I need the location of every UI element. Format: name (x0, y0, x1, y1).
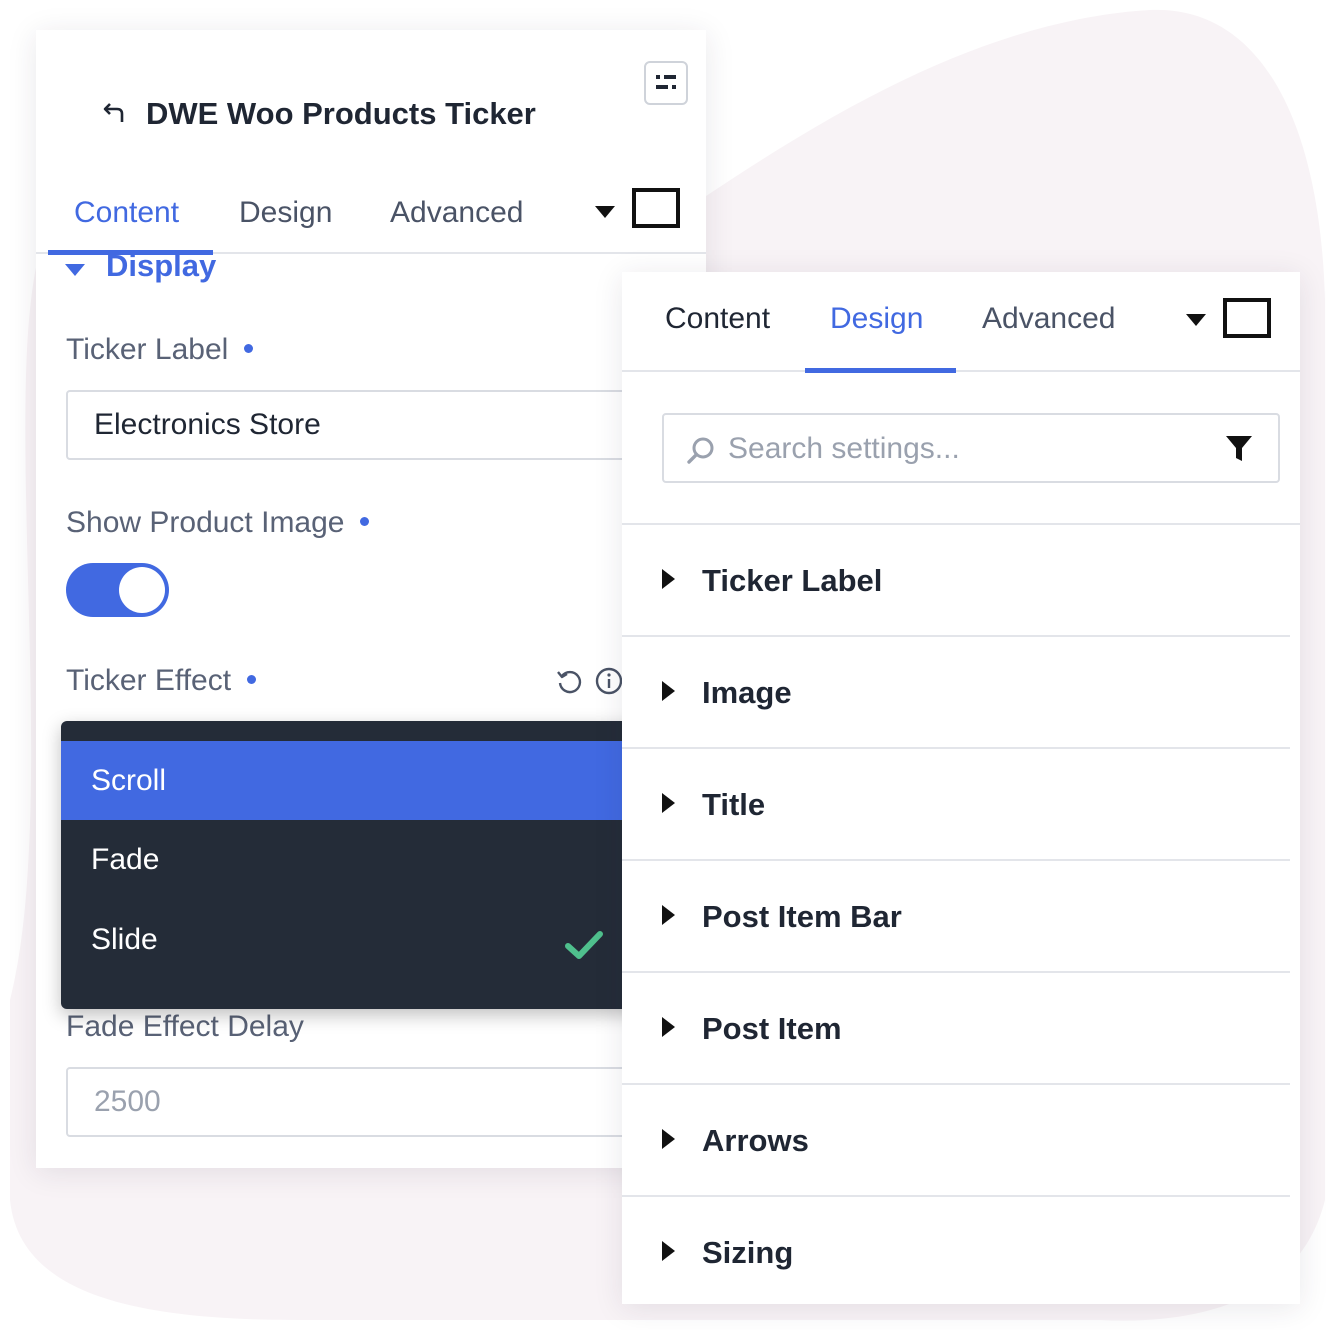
ticker-effect-dropdown: Scroll Fade Slide (61, 721, 681, 1009)
panel-menu-button[interactable] (644, 61, 688, 105)
fade-effect-delay-label: Fade Effect Delay (66, 1010, 304, 1043)
tab-content[interactable]: Content (74, 196, 179, 230)
accordion-post-item[interactable]: Post Item (622, 973, 1290, 1085)
filter-icon[interactable] (1224, 433, 1254, 465)
dot-icon (360, 516, 370, 526)
dot-icon (247, 674, 257, 684)
accordion-label: Arrows (702, 1123, 809, 1158)
accordion-label: Title (702, 787, 766, 822)
caret-down-icon[interactable] (595, 206, 615, 218)
widget-title: DWE Woo Products Ticker (146, 96, 536, 131)
tab-design[interactable]: Design (830, 302, 923, 336)
accordion-ticker-label[interactable]: Ticker Label (622, 525, 1290, 637)
dot-icon (244, 343, 254, 353)
tab-bar: Content Design Advanced (622, 272, 1300, 373)
caret-right-icon (662, 905, 675, 925)
caret-down-icon[interactable] (65, 264, 85, 276)
accordion-label: Image (702, 675, 792, 710)
panel-header: DWE Woo Products Ticker (36, 30, 706, 140)
content-settings-panel: DWE Woo Products Ticker Content Design A… (36, 30, 726, 1168)
ticker-label-label: Ticker Label (66, 333, 254, 367)
accordion-label: Post Item Bar (702, 899, 902, 934)
info-icon[interactable] (594, 666, 624, 696)
caret-right-icon (662, 1017, 675, 1037)
tab-design[interactable]: Design (239, 196, 332, 230)
responsive-mode-icon[interactable] (632, 188, 680, 228)
caret-down-icon[interactable] (1186, 314, 1206, 326)
search-settings-input[interactable]: Search settings... (662, 413, 1280, 483)
responsive-mode-icon[interactable] (1223, 298, 1271, 338)
tab-content[interactable]: Content (665, 302, 770, 336)
accordion-label: Sizing (702, 1235, 794, 1270)
accordion-label: Ticker Label (702, 563, 883, 598)
caret-right-icon (662, 1241, 675, 1261)
caret-right-icon (662, 1129, 675, 1149)
active-tab-indicator (805, 368, 956, 373)
tab-bar: Content Design Advanced (36, 170, 706, 255)
tab-advanced[interactable]: Advanced (982, 302, 1115, 336)
option-fade[interactable]: Fade (61, 820, 681, 899)
design-settings-panel: Content Design Advanced Search settings.… (622, 272, 1300, 1304)
accordion-sizing[interactable]: Sizing (622, 1197, 1290, 1309)
accordion-title[interactable]: Title (622, 749, 1290, 861)
accordion-label: Post Item (702, 1011, 842, 1046)
reset-icon[interactable] (554, 666, 584, 696)
caret-right-icon (662, 681, 675, 701)
search-placeholder: Search settings... (728, 432, 960, 465)
accordion-image[interactable]: Image (622, 637, 1290, 749)
accordion-arrows[interactable]: Arrows (622, 1085, 1290, 1197)
section-title-display[interactable]: Display (106, 248, 216, 284)
caret-right-icon (662, 569, 675, 589)
show-product-image-toggle[interactable] (66, 563, 169, 617)
tab-advanced[interactable]: Advanced (390, 196, 523, 230)
toggle-knob (119, 567, 165, 613)
option-scroll[interactable]: Scroll (61, 741, 681, 820)
check-icon (565, 931, 603, 959)
accordion-post-item-bar[interactable]: Post Item Bar (622, 861, 1290, 973)
show-product-image-label: Show Product Image (66, 506, 370, 540)
menu-dots-icon (656, 75, 676, 89)
caret-right-icon (662, 793, 675, 813)
search-icon (687, 437, 714, 464)
undo-arrow-icon[interactable] (102, 100, 128, 126)
ticker-effect-label: Ticker Effect (66, 664, 257, 698)
